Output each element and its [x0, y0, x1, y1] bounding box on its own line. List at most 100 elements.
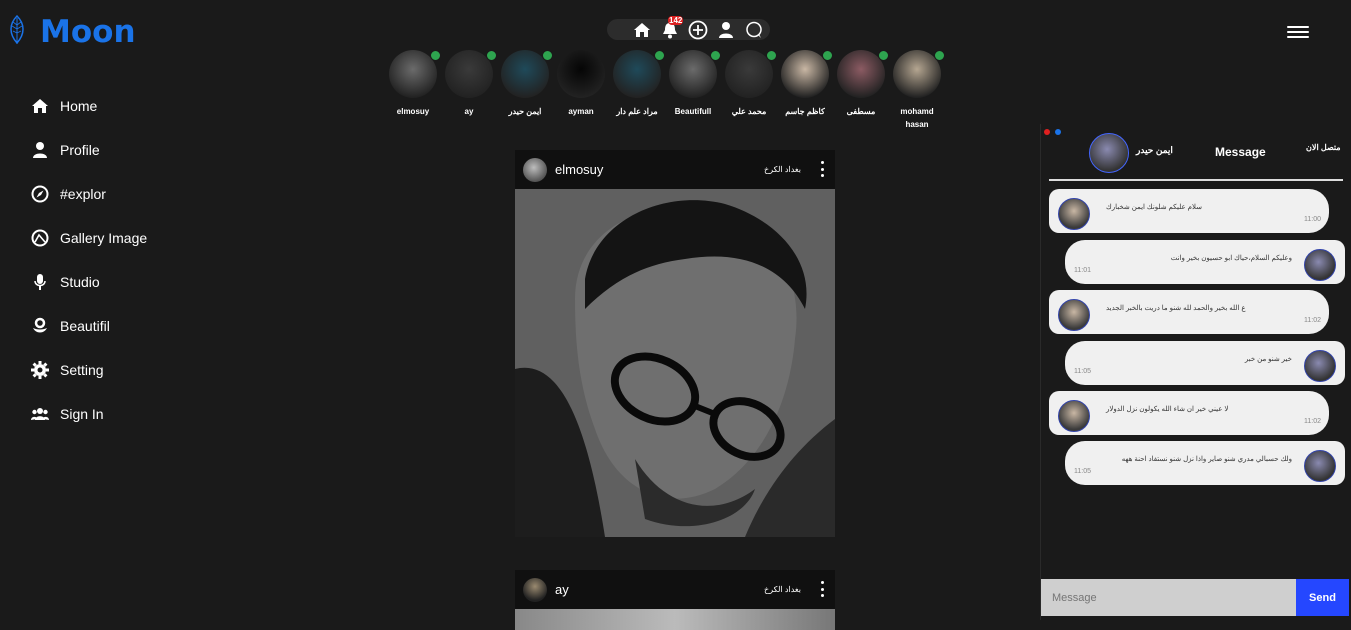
story-item[interactable]: محمد علي	[721, 50, 777, 131]
user-icon	[30, 140, 50, 160]
sidebar-item-label: #explor	[60, 186, 106, 202]
chat-bubble-icon[interactable]	[744, 20, 764, 40]
story-item[interactable]: mohamd hasan	[889, 50, 945, 131]
story-item[interactable]: Beautifull	[665, 50, 721, 131]
message-text: سلام عليكم شلونك ايمن شخبارك	[1106, 204, 1202, 211]
online-status-dot	[934, 50, 945, 61]
post-avatar[interactable]	[523, 577, 547, 602]
bell-icon[interactable]: 142	[660, 15, 684, 40]
chat-header: ايمن حيدر Message متصل الان	[1041, 124, 1351, 182]
chat-message: سلام عليكم شلونك ايمن شخبارك 11:00	[1049, 189, 1329, 233]
story-avatar[interactable]	[557, 50, 605, 98]
story-item[interactable]: ay	[441, 50, 497, 131]
home-icon[interactable]	[632, 20, 652, 40]
message-avatar[interactable]	[1058, 198, 1090, 230]
chat-message: خير شنو من خبر 11:05	[1065, 341, 1345, 385]
message-time: 11:00	[1304, 216, 1321, 223]
story-name: mohamd hasan	[900, 107, 934, 129]
sidebar-item-explor[interactable]: #explor	[30, 172, 147, 216]
chat-contact-avatar[interactable]	[1089, 133, 1129, 173]
mic-icon	[30, 272, 50, 292]
story-item[interactable]: ayman	[553, 50, 609, 131]
sidebar-item-label: Sign In	[60, 406, 104, 422]
sidebar-item-gallery[interactable]: Gallery Image	[30, 216, 147, 260]
story-avatar[interactable]	[781, 50, 833, 98]
story-name: كاظم جاسم	[785, 107, 825, 116]
sidebar-item-label: Beautifil	[60, 318, 110, 334]
story-item[interactable]: ايمن حيدر	[497, 50, 553, 131]
message-input[interactable]	[1041, 579, 1296, 616]
post-avatar[interactable]	[523, 157, 547, 182]
story-avatar[interactable]	[893, 50, 945, 98]
story-avatar[interactable]	[501, 50, 553, 98]
sidebar-item-beautifil[interactable]: Beautifil	[30, 304, 147, 348]
story-avatar[interactable]	[445, 50, 497, 98]
user-icon[interactable]	[716, 20, 736, 40]
story-item[interactable]: elmosuy	[385, 50, 441, 131]
post-username[interactable]: elmosuy	[555, 162, 603, 177]
chat-contact-name: ايمن حيدر	[1136, 145, 1173, 155]
story-item[interactable]: مراد علم دار	[609, 50, 665, 131]
home-icon	[30, 96, 50, 116]
sidebar-item-label: Studio	[60, 274, 100, 290]
story-item[interactable]: كاظم جاسم	[777, 50, 833, 131]
send-button[interactable]: Send	[1296, 579, 1349, 616]
post-header: elmosuy بغداد الكرخ	[515, 150, 835, 189]
sidebar-item-label: Profile	[60, 142, 100, 158]
story-avatar[interactable]	[837, 50, 889, 98]
message-avatar[interactable]	[1304, 350, 1336, 382]
chat-message: ع الله بخير والحمد لله شنو ما دريت بالخب…	[1049, 290, 1329, 334]
message-avatar[interactable]	[1304, 249, 1336, 281]
sidebar: Moon Home Profile #explor Gallery Image …	[0, 0, 250, 620]
more-options-icon[interactable]	[821, 161, 825, 177]
online-status-dot	[542, 50, 553, 61]
post-username[interactable]: ay	[555, 582, 569, 597]
message-text: ع الله بخير والحمد لله شنو ما دريت بالخب…	[1106, 305, 1246, 312]
online-status-dot	[486, 50, 497, 61]
gear-icon	[30, 360, 50, 380]
online-status-dot	[878, 50, 889, 61]
sidebar-item-label: Home	[60, 98, 98, 114]
message-time: 11:02	[1304, 418, 1321, 425]
stories-bar: elmosuy ay ايمن حيدر ayman مراد علم دار Beaut…	[385, 50, 945, 131]
sidebar-item-profile[interactable]: Profile	[30, 128, 147, 172]
add-icon[interactable]	[688, 20, 708, 40]
leaf-icon	[8, 14, 26, 50]
chat-online-status: متصل الان	[1306, 143, 1341, 152]
message-time: 11:05	[1074, 368, 1091, 375]
more-options-icon[interactable]	[821, 581, 825, 597]
message-avatar[interactable]	[1058, 400, 1090, 432]
story-avatar[interactable]	[389, 50, 441, 98]
online-status-dot	[710, 50, 721, 61]
post-location: بغداد الكرخ	[764, 165, 801, 174]
sidebar-nav: Home Profile #explor Gallery Image Studi…	[30, 84, 147, 436]
message-time: 11:05	[1074, 468, 1091, 475]
notification-badge: 142	[668, 15, 684, 25]
sidebar-item-home[interactable]: Home	[30, 84, 147, 128]
menu-hamburger-icon[interactable]	[1287, 26, 1309, 42]
story-item[interactable]: مسطفى	[833, 50, 889, 131]
story-name: مراد علم دار	[616, 107, 658, 116]
post-card: ay بغداد الكرخ	[515, 570, 835, 630]
gallery-icon	[30, 228, 50, 248]
message-text: ولك حسبالي مدري شنو صاير واذا نزل شنو نس…	[1121, 456, 1292, 463]
message-avatar[interactable]	[1058, 299, 1090, 331]
story-name: ايمن حيدر	[508, 107, 542, 116]
story-name: Beautifull	[674, 107, 712, 116]
chat-title: Message	[1215, 145, 1266, 159]
story-name: ay	[464, 107, 474, 116]
story-avatar[interactable]	[669, 50, 721, 98]
message-avatar[interactable]	[1304, 450, 1336, 482]
flower-icon	[30, 316, 50, 336]
story-avatar[interactable]	[725, 50, 777, 98]
brand[interactable]: Moon	[8, 14, 136, 50]
post-image[interactable]	[515, 189, 835, 537]
online-status-dot	[654, 50, 665, 61]
message-text: وعليكم السلام،حياك ابو حسيون بخير وانت	[1170, 255, 1292, 262]
sidebar-item-signin[interactable]: Sign In	[30, 392, 147, 436]
sidebar-item-studio[interactable]: Studio	[30, 260, 147, 304]
sidebar-item-setting[interactable]: Setting	[30, 348, 147, 392]
post-header: ay بغداد الكرخ	[515, 570, 835, 609]
story-avatar[interactable]	[613, 50, 665, 98]
chat-divider	[1049, 179, 1343, 181]
